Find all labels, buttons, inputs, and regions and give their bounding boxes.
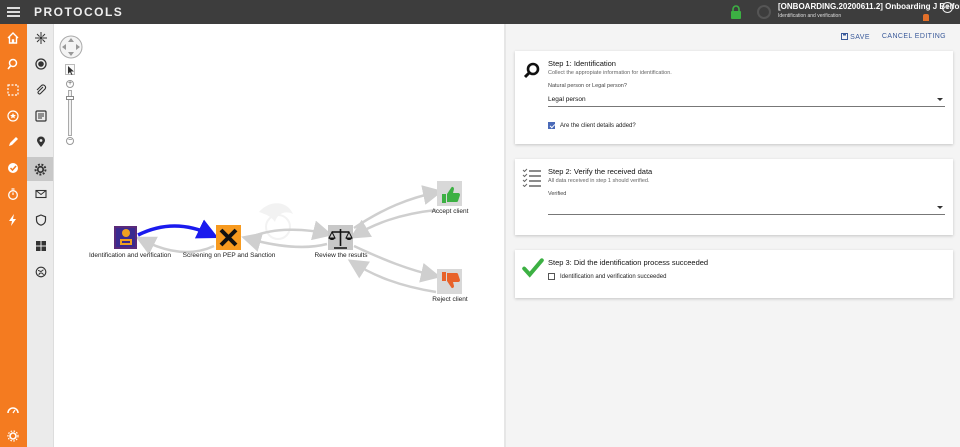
settings-icon[interactable] (6, 429, 20, 443)
node-label-screening[interactable]: Screening on PEP and Sanction (183, 252, 276, 259)
field-label: Natural person or Legal person? (548, 83, 627, 89)
search-icon[interactable] (6, 57, 20, 71)
app-title: PROTOCOLS (34, 5, 124, 19)
node-identification-icon[interactable] (114, 226, 137, 249)
process-settings-icon[interactable] (27, 157, 53, 181)
case-title: [ONBOARDING.20200611.2] Onboarding J Bel… (778, 2, 960, 11)
node-label-accept[interactable]: Accept client (432, 208, 469, 215)
verified-select[interactable] (548, 201, 945, 215)
node-screening-icon[interactable] (216, 225, 241, 250)
field-label: Verified (548, 191, 567, 197)
attachment-icon[interactable] (33, 82, 48, 97)
home-icon[interactable] (6, 31, 20, 45)
steps-panel: SAVE CANCEL EDITING Step 1: Identificati… (506, 24, 960, 447)
save-label: SAVE (850, 34, 870, 41)
star-icon[interactable] (6, 109, 20, 123)
step-card-2: Step 2: Verify the received data All dat… (515, 159, 953, 235)
save-button[interactable]: SAVE (840, 33, 870, 41)
mail-icon[interactable] (33, 186, 48, 201)
tool-rail (27, 24, 54, 447)
node-label-identification[interactable]: Identification and verification (89, 252, 171, 259)
step-description: Collect the appropiate information for i… (548, 70, 672, 76)
person-type-select[interactable]: Legal person (548, 93, 945, 107)
step-card-1: Step 1: Identification Collect the appro… (515, 51, 953, 144)
checklist-icon (522, 168, 541, 187)
note-icon[interactable] (33, 108, 48, 123)
add-icon[interactable]: + (942, 2, 953, 13)
step-title: Step 1: Identification (548, 59, 616, 68)
checkbox-label: Identification and verification succeede… (560, 273, 667, 280)
node-label-review[interactable]: Review the results (314, 252, 367, 259)
pencil-icon[interactable] (6, 135, 20, 149)
step-title: Step 2: Verify the received data (548, 167, 653, 176)
magnifier-icon (523, 62, 540, 79)
top-bar: PROTOCOLS [ONBOARDING.20200611.2] Onboar… (0, 0, 960, 24)
process-canvas[interactable]: + − Identification and verification Scre… (54, 24, 504, 447)
dashboard-icon[interactable] (6, 403, 20, 417)
step-title: Step 3: Did the identification process s… (548, 258, 709, 267)
dropdown-arrow-icon (937, 98, 943, 101)
grid-icon[interactable] (33, 238, 48, 253)
checkbox-unchecked-icon[interactable] (548, 273, 555, 280)
node-label-reject[interactable]: Reject client (432, 296, 467, 303)
step-description: All data received in step 1 should verif… (548, 178, 650, 184)
identification-succeeded-checkbox[interactable]: Identification and verification succeede… (548, 273, 666, 280)
menu-icon[interactable] (7, 5, 20, 19)
main-nav (0, 24, 27, 447)
node-review-icon[interactable] (328, 225, 353, 250)
network-icon[interactable] (33, 30, 48, 45)
location-pin-icon[interactable] (33, 134, 48, 149)
check-circle-icon[interactable] (6, 161, 20, 175)
edit-toolbar: SAVE CANCEL EDITING (840, 33, 946, 41)
node-reject-icon[interactable] (437, 269, 462, 294)
client-details-checkbox[interactable]: Are the client details added? (548, 122, 636, 129)
select-value: Legal person (548, 96, 586, 103)
step-card-3: Step 3: Did the identification process s… (515, 250, 953, 298)
status-indicator (757, 5, 771, 19)
shield-icon[interactable] (33, 212, 48, 227)
checkbox-checked-icon[interactable] (548, 122, 555, 129)
node-accept-icon[interactable] (437, 181, 462, 206)
checkbox-label: Are the client details added? (560, 122, 636, 129)
select-area-icon[interactable] (6, 83, 20, 97)
process-diagram (114, 181, 462, 294)
lightning-icon[interactable] (6, 213, 20, 227)
record-icon[interactable] (33, 56, 48, 71)
cancel-editing-button[interactable]: CANCEL EDITING (882, 33, 946, 41)
globe-icon[interactable] (33, 264, 48, 279)
user-avatar-icon[interactable] (923, 14, 929, 21)
case-subtitle: Identification and verification (778, 13, 842, 19)
timer-icon[interactable] (6, 187, 20, 201)
lock-icon[interactable] (730, 5, 742, 19)
dropdown-arrow-icon (937, 206, 943, 209)
save-icon (840, 33, 848, 40)
success-check-icon (522, 258, 544, 278)
